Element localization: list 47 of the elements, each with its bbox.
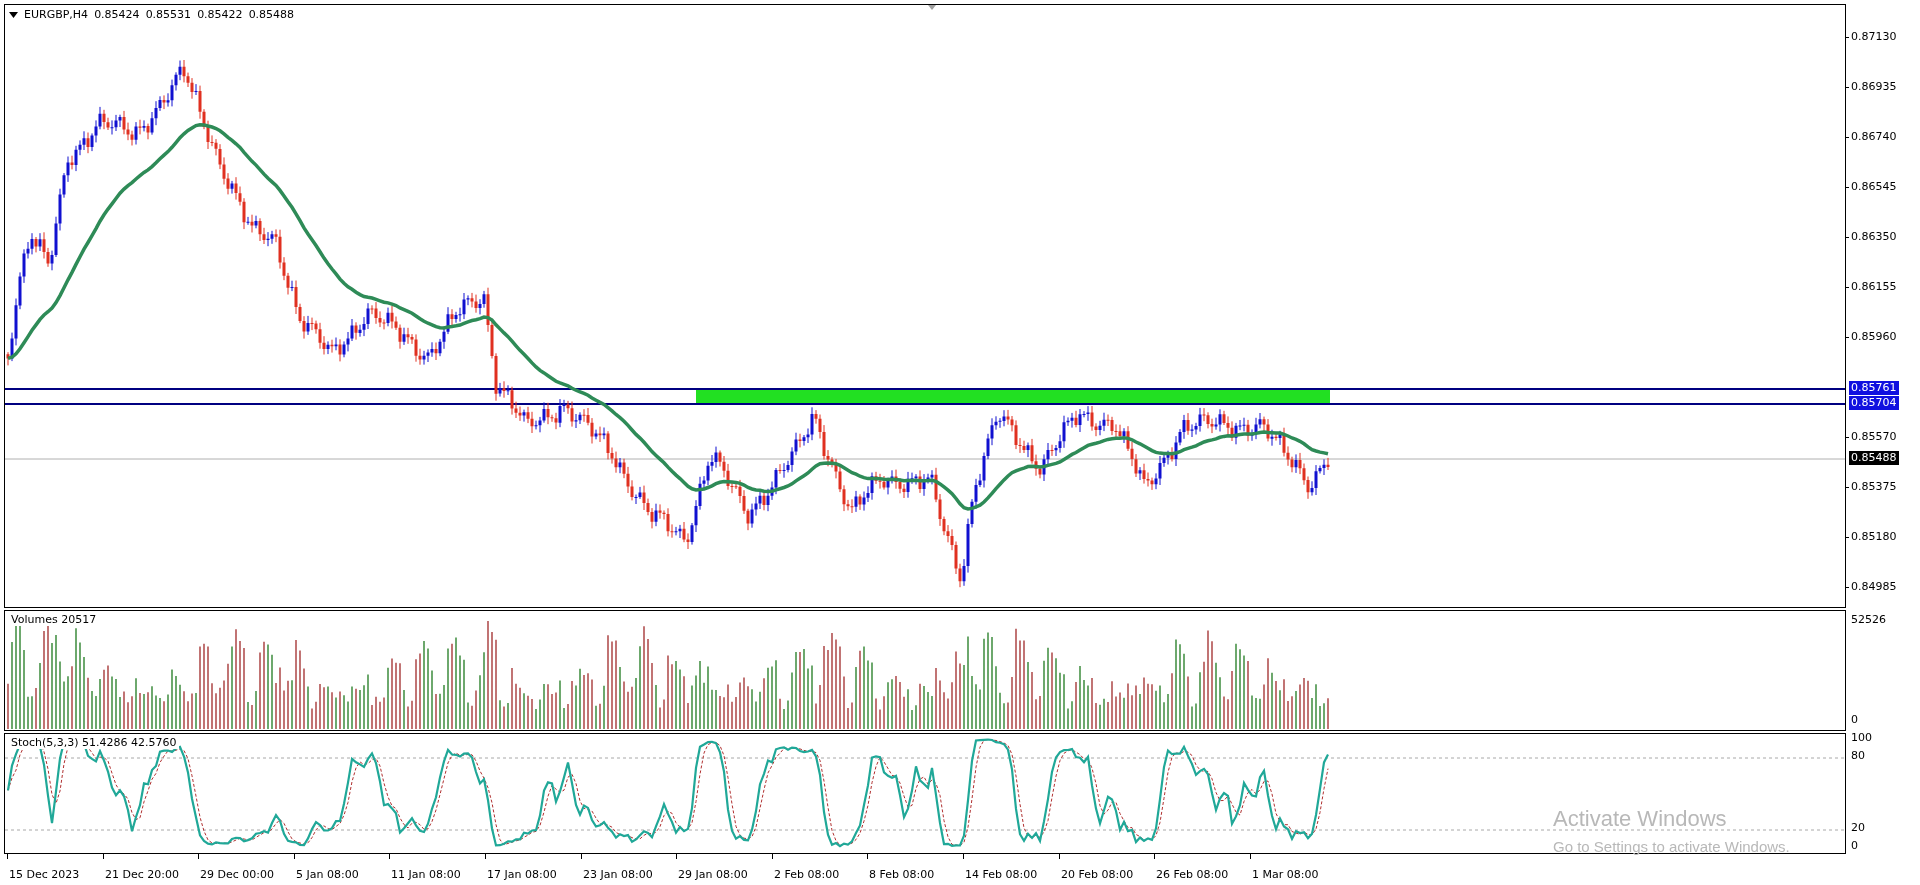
- time-axis-label: 29 Dec 00:00: [200, 868, 274, 881]
- price-axis-label: 0.86155: [1850, 280, 1898, 294]
- caret-icon[interactable]: [9, 11, 18, 18]
- price-axis-label: 0.86935: [1850, 80, 1898, 94]
- triangle-icon: [928, 5, 936, 10]
- level-price-label: 0.85704: [1849, 396, 1899, 410]
- time-axis-label: 23 Jan 08:00: [583, 868, 653, 881]
- price-axis-label: 0.85375: [1850, 480, 1898, 494]
- volumes-title: Volumes 20517: [9, 613, 99, 626]
- horizontal-line[interactable]: [5, 403, 1845, 405]
- symbol-label: EURGBP,H4: [24, 8, 89, 21]
- price-axis-label: 0.85960: [1850, 330, 1898, 344]
- stochastic-axis-label: 100: [1850, 731, 1873, 745]
- stochastic-title: Stoch(5,3,3) 51.4286 42.5760: [9, 736, 179, 749]
- time-axis-label: 2 Feb 08:00: [774, 868, 840, 881]
- volume-axis-label: 0: [1850, 713, 1859, 727]
- volume-axis-label: 52526: [1850, 613, 1887, 627]
- level-price-label: 0.85761: [1849, 381, 1899, 395]
- stochastic-axis-label: 20: [1850, 821, 1866, 835]
- activation-text: Go to Settings to activate Windows.: [1553, 838, 1790, 855]
- time-axis-label: 26 Feb 08:00: [1156, 868, 1229, 881]
- activation-title: Activate Windows: [1553, 806, 1727, 832]
- price-value: 0.85424: [94, 8, 140, 21]
- time-axis-label: 8 Feb 08:00: [869, 868, 935, 881]
- price-axis-label: 0.84985: [1850, 580, 1898, 594]
- horizontal-line[interactable]: [5, 388, 1845, 390]
- stochastic-axis-label: 80: [1850, 749, 1866, 763]
- time-axis-label: 29 Jan 08:00: [678, 868, 748, 881]
- price-axis-label: 0.85570: [1850, 430, 1898, 444]
- price-axis-label: 0.86740: [1850, 130, 1898, 144]
- time-axis-label: 20 Feb 08:00: [1061, 868, 1134, 881]
- price-axis-label: 0.86545: [1850, 180, 1898, 194]
- price-axis-label: 0.86350: [1850, 230, 1898, 244]
- current-price-label: 0.85488: [1849, 451, 1899, 465]
- time-axis-label: 14 Feb 08:00: [965, 868, 1038, 881]
- time-axis-label: 21 Dec 20:00: [105, 868, 179, 881]
- price-axis-label: 0.87130: [1850, 30, 1898, 44]
- price-value: 0.85422: [197, 8, 243, 21]
- price-value: 0.85531: [145, 8, 192, 21]
- price-axis-label: 0.85180: [1850, 530, 1898, 544]
- stochastic-axis-label: 0: [1850, 839, 1859, 853]
- time-axis-label: 11 Jan 08:00: [391, 868, 461, 881]
- time-axis-label: 15 Dec 2023: [9, 868, 80, 881]
- price-value: 0.85488: [248, 8, 295, 21]
- time-axis-label: 17 Jan 08:00: [487, 868, 557, 881]
- time-axis-label: 5 Jan 08:00: [296, 868, 359, 881]
- time-axis-label: 1 Mar 08:00: [1252, 868, 1319, 881]
